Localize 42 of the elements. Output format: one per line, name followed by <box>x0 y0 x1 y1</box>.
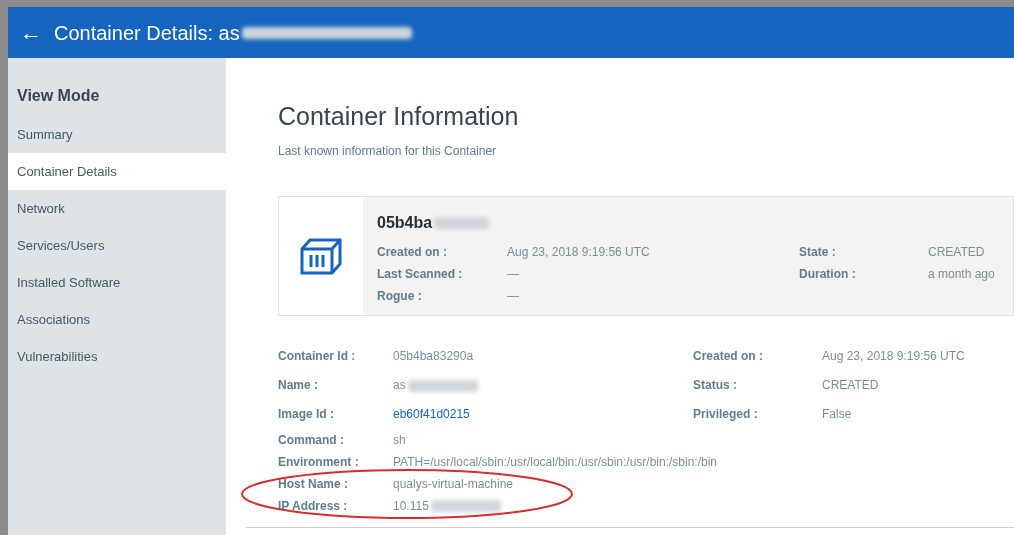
sidebar-item[interactable]: Installed Software <box>8 264 226 301</box>
field-label: Duration : <box>799 265 857 283</box>
field-label: Created on : <box>693 348 764 365</box>
field-value: CREATED <box>928 243 985 261</box>
field-value: False <box>822 406 852 423</box>
section-title: Container Information <box>278 101 520 132</box>
field-value: sh <box>393 431 406 449</box>
container-name: 05b4ba <box>377 210 1013 235</box>
field-label: Host Name : <box>278 475 349 493</box>
field-value: CREATED <box>822 377 879 394</box>
field-label: Rogue : <box>377 287 423 305</box>
field-label: Last Scanned : <box>377 265 464 283</box>
field-value: a month ago <box>928 265 995 283</box>
field-label: Created on : <box>377 243 448 261</box>
sidebar-item[interactable]: Summary <box>8 116 226 153</box>
sidebar-heading: View Mode <box>16 86 101 106</box>
field-label: Container Id : <box>278 348 357 365</box>
field-label: Command : <box>278 431 345 449</box>
field-label: State : <box>799 243 837 261</box>
field-label: Environment : <box>278 453 360 471</box>
field-label: Privileged : <box>693 406 759 423</box>
sidebar-item[interactable]: Associations <box>8 301 226 338</box>
field-value: Aug 23, 2018 9:19:56 UTC <box>507 243 650 261</box>
sidebar-item[interactable]: Network <box>8 190 226 227</box>
field-value: 05b4ba83290a <box>393 348 474 365</box>
page-title: Container Details: as <box>54 17 412 48</box>
field-label: Image Id : <box>278 406 335 423</box>
section-subtitle: Last known information for this Container <box>278 142 498 160</box>
sidebar-item[interactable]: Services/Users <box>8 227 226 264</box>
field-value: Aug 23, 2018 9:19:56 UTC <box>822 348 965 365</box>
field-value: — <box>507 265 519 283</box>
field-value: qualys-virtual-machine <box>393 475 514 493</box>
field-value: — <box>507 287 519 305</box>
sidebar-item[interactable]: Vulnerabilities <box>8 338 226 375</box>
back-button[interactable]: ← <box>20 21 42 44</box>
field-label: Name : <box>278 377 319 394</box>
image-id-link[interactable]: eb60f41d0215 <box>393 405 470 423</box>
field-value: PATH=/usr/local/sbin:/usr/local/bin:/usr/sbin:/usr/bin:/sbin:/bin <box>393 453 718 471</box>
sidebar-item[interactable]: Container Details <box>8 153 226 190</box>
field-label: Status : <box>693 377 738 394</box>
redaction-blur <box>434 216 490 229</box>
field-value: 10.115 <box>393 496 501 515</box>
